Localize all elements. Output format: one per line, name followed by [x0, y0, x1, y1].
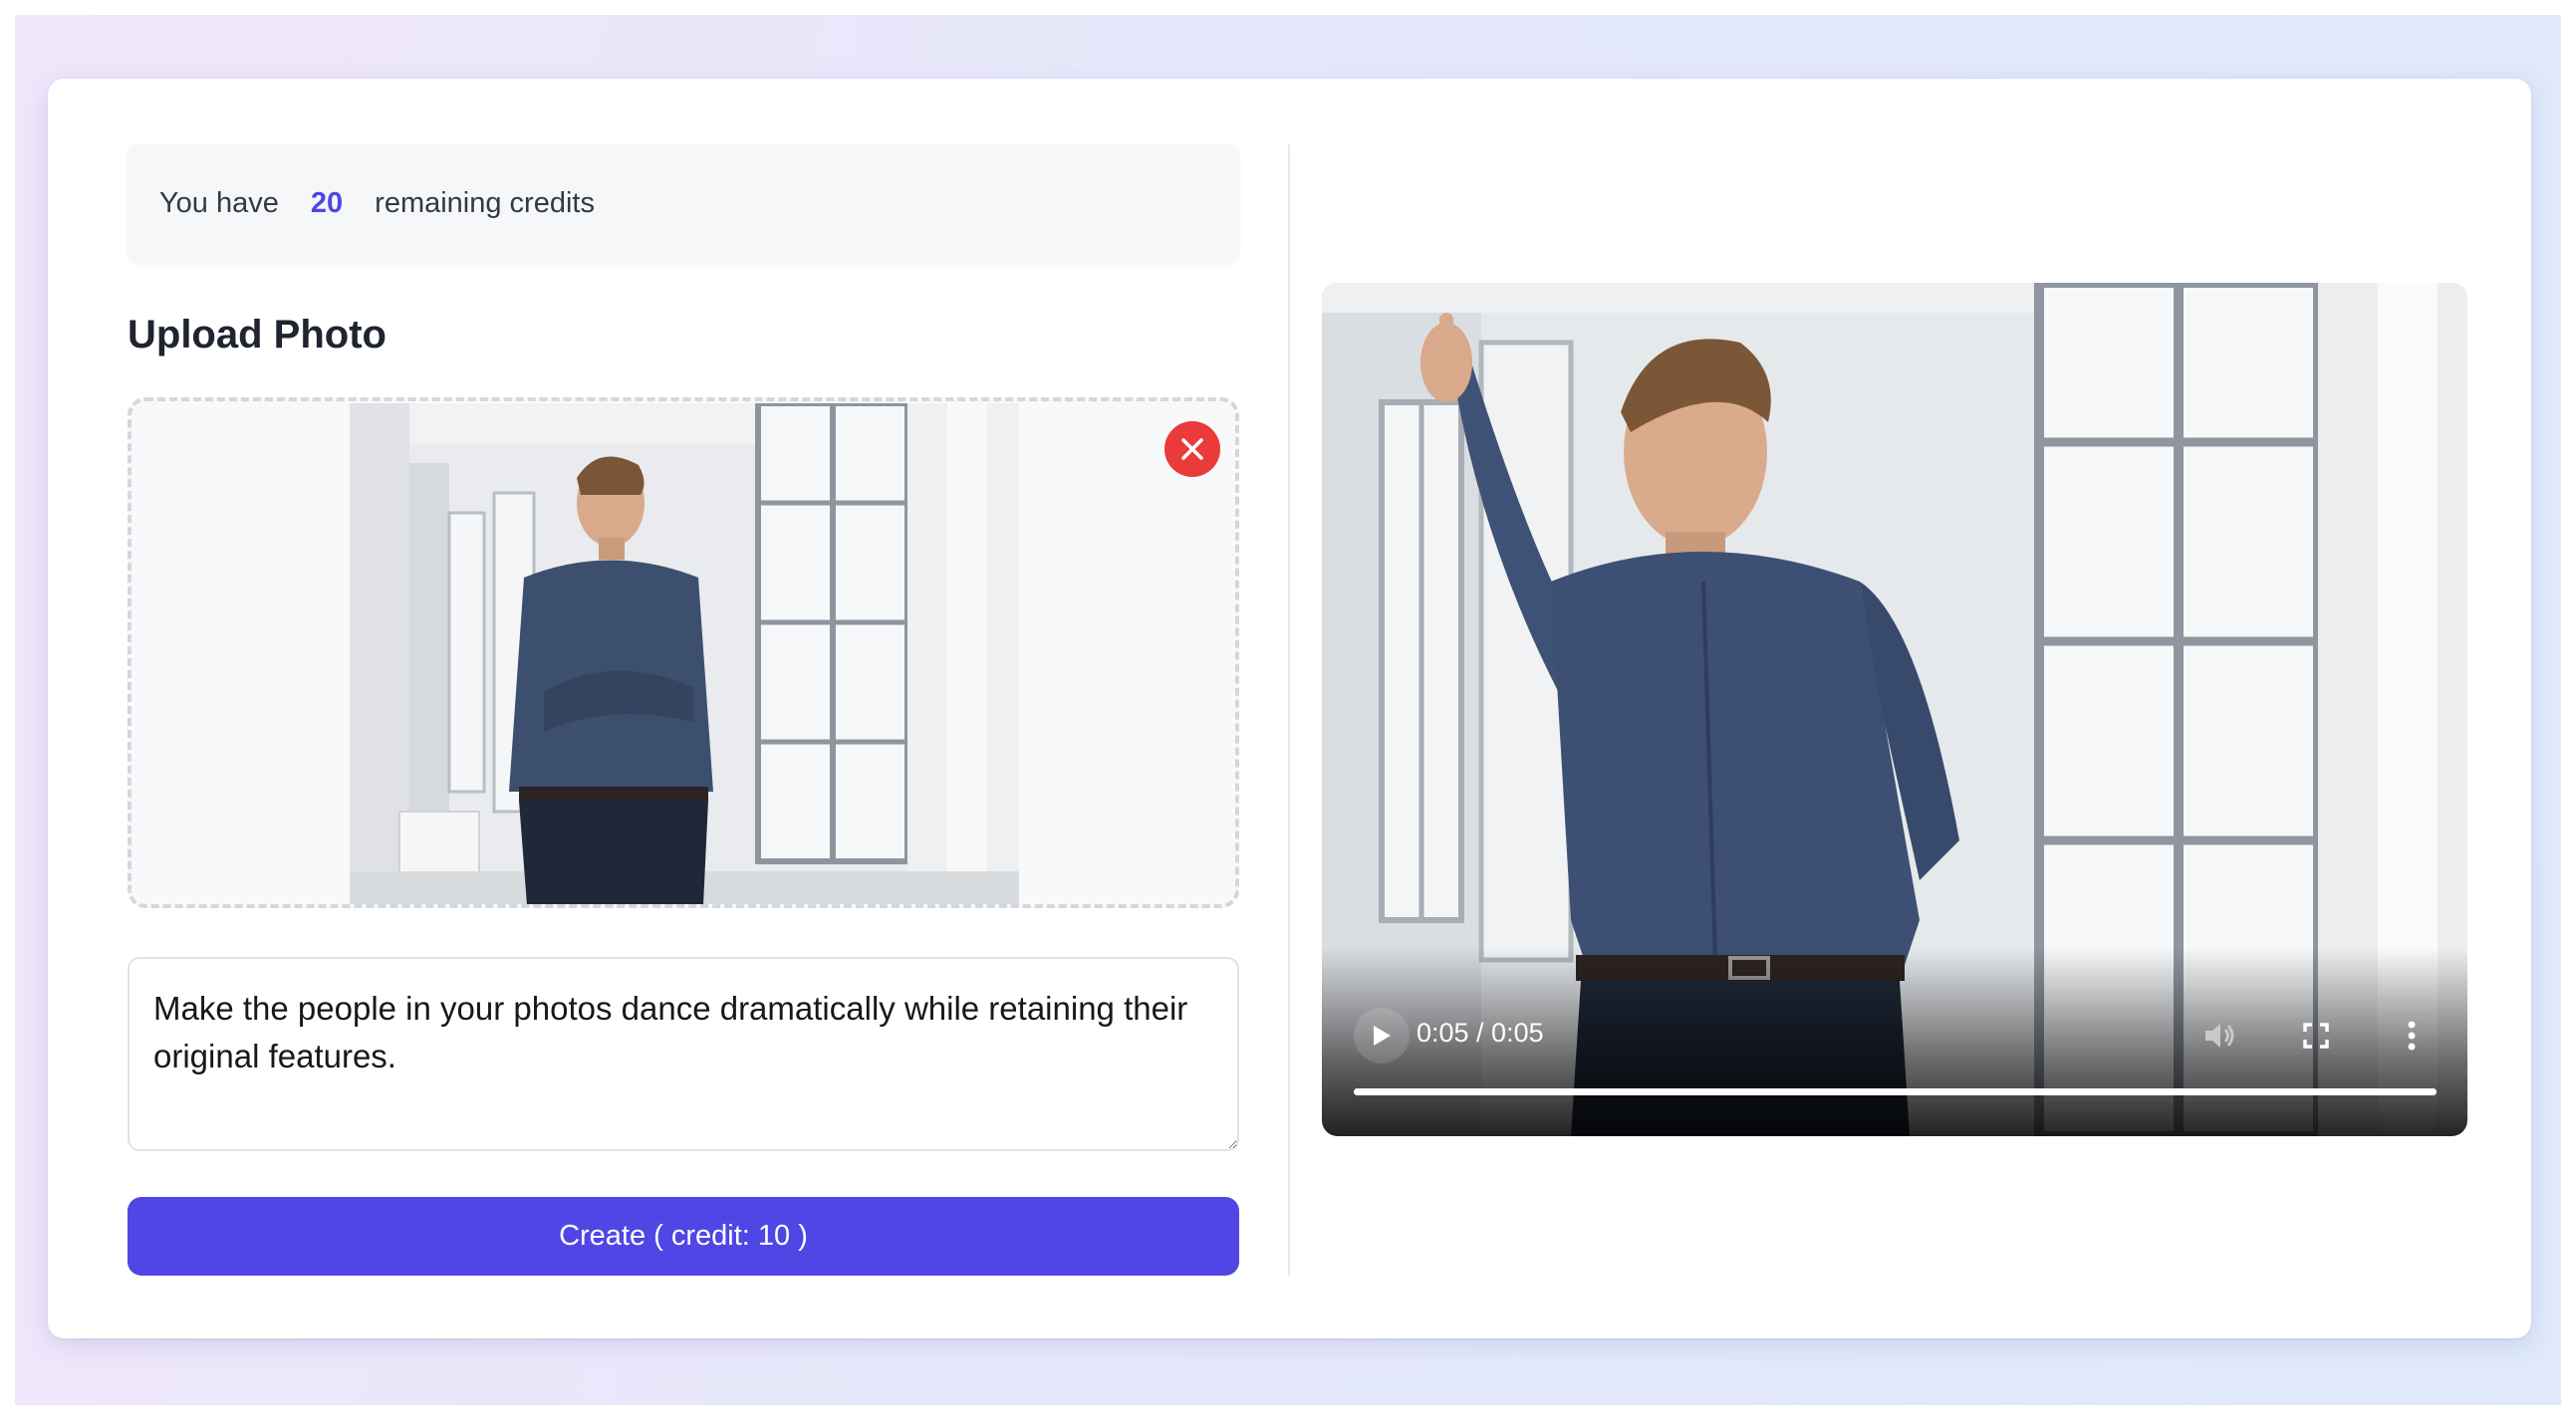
play-icon: [1374, 1026, 1391, 1046]
uploaded-photo-preview: [350, 403, 1019, 904]
credits-banner: You have 20 remaining credits: [128, 144, 1239, 262]
volume-button[interactable]: [2198, 1014, 2242, 1058]
volume-icon: [2205, 1024, 2234, 1048]
create-button[interactable]: Create ( credit: 10 ): [128, 1197, 1239, 1276]
prompt-textarea[interactable]: Make the people in your photos dance dra…: [128, 957, 1239, 1151]
more-options-icon: [2408, 1021, 2416, 1051]
credits-count: 20: [310, 186, 344, 219]
close-icon: [1181, 438, 1203, 460]
credits-prefix: You have: [159, 186, 279, 219]
more-options-button[interactable]: [2390, 1014, 2434, 1058]
upload-photo-title: Upload Photo: [128, 313, 386, 356]
video-player[interactable]: 0:05 / 0:05: [1322, 283, 2467, 1136]
video-time: 0:05 / 0:05: [1417, 1018, 1544, 1048]
play-button[interactable]: [1354, 1008, 1410, 1064]
remove-photo-button[interactable]: [1164, 421, 1220, 477]
photo-dropzone[interactable]: [128, 397, 1239, 908]
video-progress-fill: [1354, 1088, 2437, 1095]
video-progress-bar[interactable]: [1354, 1088, 2437, 1095]
fullscreen-button[interactable]: [2294, 1014, 2338, 1058]
credits-suffix: remaining credits: [375, 186, 595, 219]
fullscreen-icon: [2303, 1023, 2329, 1049]
column-divider: [1288, 144, 1290, 1276]
